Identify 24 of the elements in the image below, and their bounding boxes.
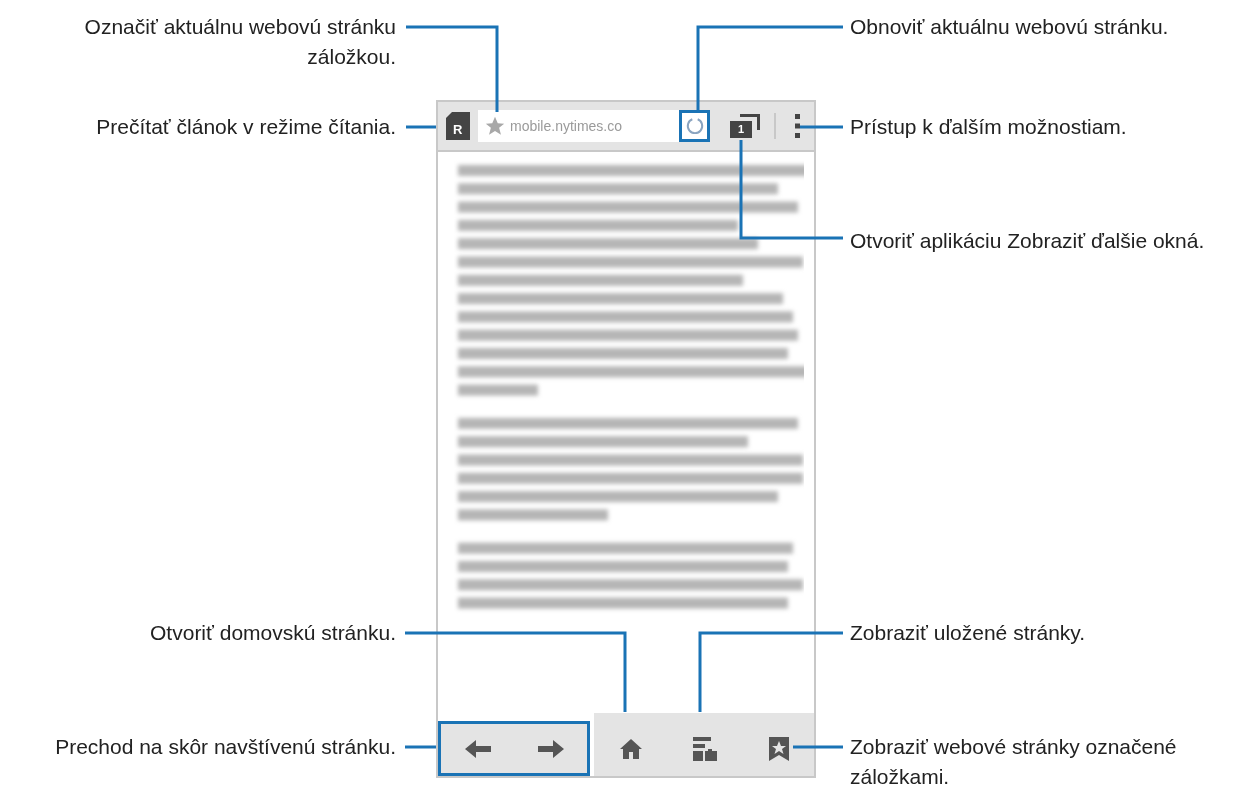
more-options-icon[interactable] (794, 113, 802, 139)
callout-text: Zobraziť uložené stránky. (850, 620, 1087, 646)
forward-arrow-icon[interactable] (537, 738, 564, 759)
reader-mode-icon[interactable]: R (446, 112, 470, 140)
leader-line (405, 745, 436, 749)
callout-text: Obnoviť aktuálnu webovú stránku. (850, 14, 1170, 40)
leader-line (800, 125, 843, 129)
back-arrow-icon[interactable] (464, 738, 491, 759)
callout-text: Zobraziť webové stránky označené záložkami. (850, 734, 1178, 790)
callout-text: Prístup k ďalším možnostiam. (850, 114, 1128, 140)
saved-pages-icon[interactable] (693, 736, 719, 761)
refresh-button[interactable] (679, 110, 710, 142)
callout-text: Prechod na skôr navštívenú stránku. (54, 734, 396, 760)
bookmark-icon[interactable] (769, 736, 789, 761)
callout-text: Označiť aktuálnu webovú stránku záložkou. (83, 14, 396, 70)
home-icon[interactable] (619, 737, 643, 760)
callout-text: Otvoriť aplikáciu Zobraziť ďalšie okná. (850, 228, 1206, 254)
leader-line (793, 745, 843, 749)
star-icon[interactable] (484, 115, 506, 137)
callout-text: Otvoriť domovskú stránku. (149, 620, 396, 646)
url-text: mobile.nytimes.co (510, 116, 623, 136)
refresh-icon (685, 117, 704, 135)
leader-line (406, 125, 436, 129)
callout-text: Prečítať článok v režime čítania. (95, 114, 396, 140)
